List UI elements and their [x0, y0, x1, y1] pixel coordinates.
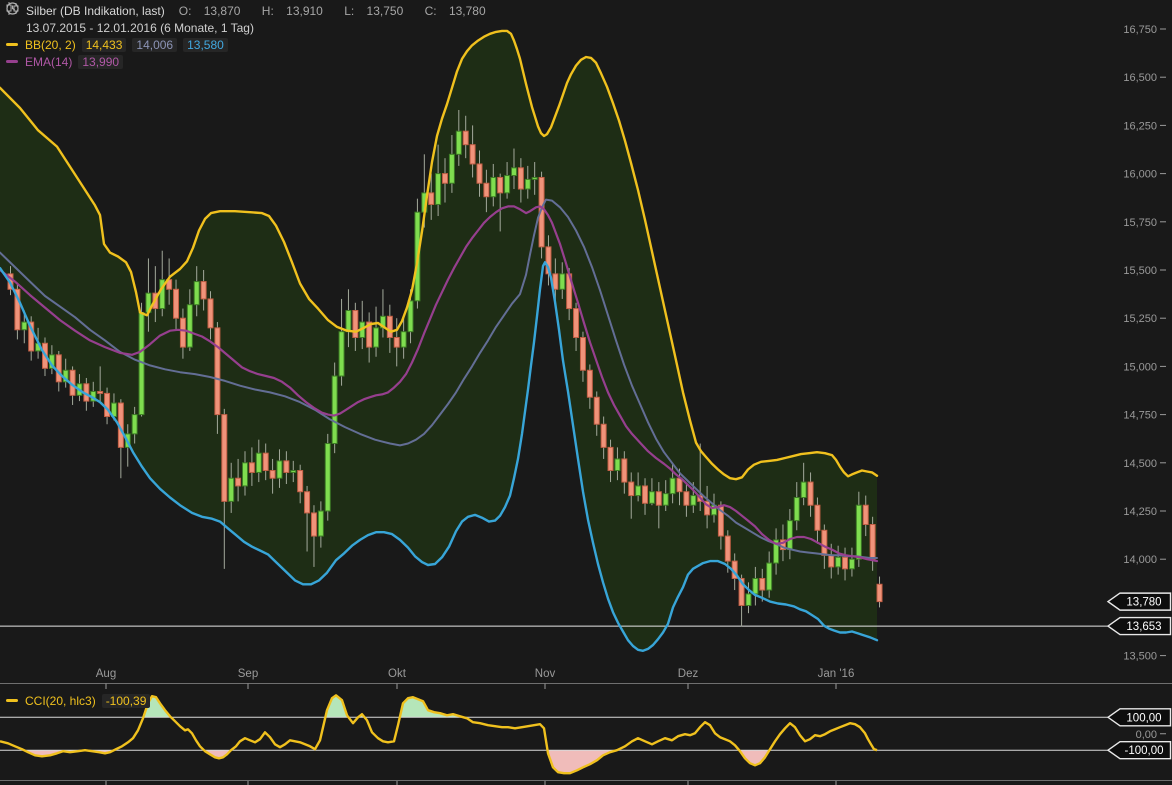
- price-axis-label: 15,250: [1123, 313, 1157, 325]
- chart-canvas[interactable]: 16,750 16,500 16,250 16,000 15,750 15,500 15,2…: [0, 0, 1172, 785]
- bb-label: BB(20, 2): [25, 38, 76, 52]
- svg-text:100,00: 100,00: [1126, 712, 1161, 724]
- svg-text:13,780: 13,780: [1126, 597, 1161, 609]
- bb-legend-row[interactable]: BB(20, 2) 14,433 14,006 13,580: [6, 36, 504, 53]
- month-label: Okt: [388, 668, 407, 680]
- date-range: 13.07.2015 - 12.01.2016 (6 Monate, 1 Tag…: [26, 21, 254, 35]
- month-label: Jan '16: [818, 668, 855, 680]
- cci-zero-label: 0,00: [1136, 729, 1157, 741]
- bb-middle-value: 14,006: [132, 38, 177, 52]
- ema-value: 13,990: [78, 55, 123, 69]
- open-value: 13,870: [204, 4, 241, 18]
- price-axis-label: 15,500: [1123, 265, 1157, 277]
- clock-icon: [6, 21, 21, 35]
- level-price-tag: 13,653: [1108, 618, 1171, 635]
- close-label: C:: [425, 4, 437, 18]
- ema-label: EMA(14): [25, 55, 72, 69]
- high-value: 13,910: [286, 4, 323, 18]
- instrument-row: Silber (DB Indikation, last) O: 13,870 H…: [6, 2, 504, 19]
- price-axis-label: 16,500: [1123, 72, 1157, 84]
- cci-upper-tag: 100,00: [1108, 709, 1171, 726]
- price-axis-label: 16,250: [1123, 120, 1157, 132]
- cci-lower-tag: -100,00: [1108, 742, 1171, 759]
- high-label: H:: [262, 4, 274, 18]
- open-label: O:: [179, 4, 192, 18]
- last-price-tag: 13,780: [1108, 593, 1171, 610]
- bb-lower-value: 13,580: [183, 38, 228, 52]
- chart-window: 16,750 16,500 16,250 16,000 15,750 15,500 15,2…: [0, 0, 1172, 785]
- chart-legend: Silber (DB Indikation, last) O: 13,870 H…: [6, 2, 504, 70]
- svg-text:-100,00: -100,00: [1124, 745, 1163, 757]
- month-label: Sep: [238, 668, 258, 680]
- month-label: Nov: [535, 668, 556, 680]
- price-axis-label: 15,750: [1123, 217, 1157, 229]
- bb-swatch-icon: [6, 43, 18, 46]
- bb-upper-value: 14,433: [82, 38, 127, 52]
- price-axis-label: 14,250: [1123, 506, 1157, 518]
- price-axis-label: 15,000: [1123, 361, 1157, 373]
- ema-swatch-icon: [6, 60, 18, 63]
- price-axis-label: 14,000: [1123, 554, 1157, 566]
- ema-legend-row[interactable]: EMA(14) 13,990: [6, 53, 504, 70]
- instrument-title: Silber (DB Indikation, last): [26, 4, 165, 18]
- price-axis-label: 16,750: [1123, 24, 1157, 36]
- low-label: L:: [344, 4, 354, 18]
- candle: [139, 303, 144, 417]
- month-label: Dez: [678, 668, 699, 680]
- cci-legend[interactable]: CCI(20, hlc3) -100,39: [6, 692, 150, 709]
- cci-label: CCI(20, hlc3): [25, 694, 96, 708]
- ohlc-readout: O: 13,870 H: 13,910 L: 13,750 C: 13,780: [179, 4, 504, 18]
- price-axis-label: 14,750: [1123, 410, 1157, 422]
- low-value: 13,750: [367, 4, 404, 18]
- date-range-row: 13.07.2015 - 12.01.2016 (6 Monate, 1 Tag…: [6, 19, 504, 36]
- cci-value: -100,39: [102, 694, 151, 708]
- close-value: 13,780: [449, 4, 486, 18]
- month-label: Aug: [96, 668, 116, 680]
- svg-text:13,653: 13,653: [1126, 621, 1161, 633]
- price-axis-label: 13,500: [1123, 651, 1157, 663]
- price-axis-label: 14,500: [1123, 458, 1157, 470]
- candle: [332, 363, 337, 454]
- candle: [325, 434, 330, 521]
- cci-swatch-icon: [6, 699, 18, 702]
- price-axis-label: 16,000: [1123, 169, 1157, 181]
